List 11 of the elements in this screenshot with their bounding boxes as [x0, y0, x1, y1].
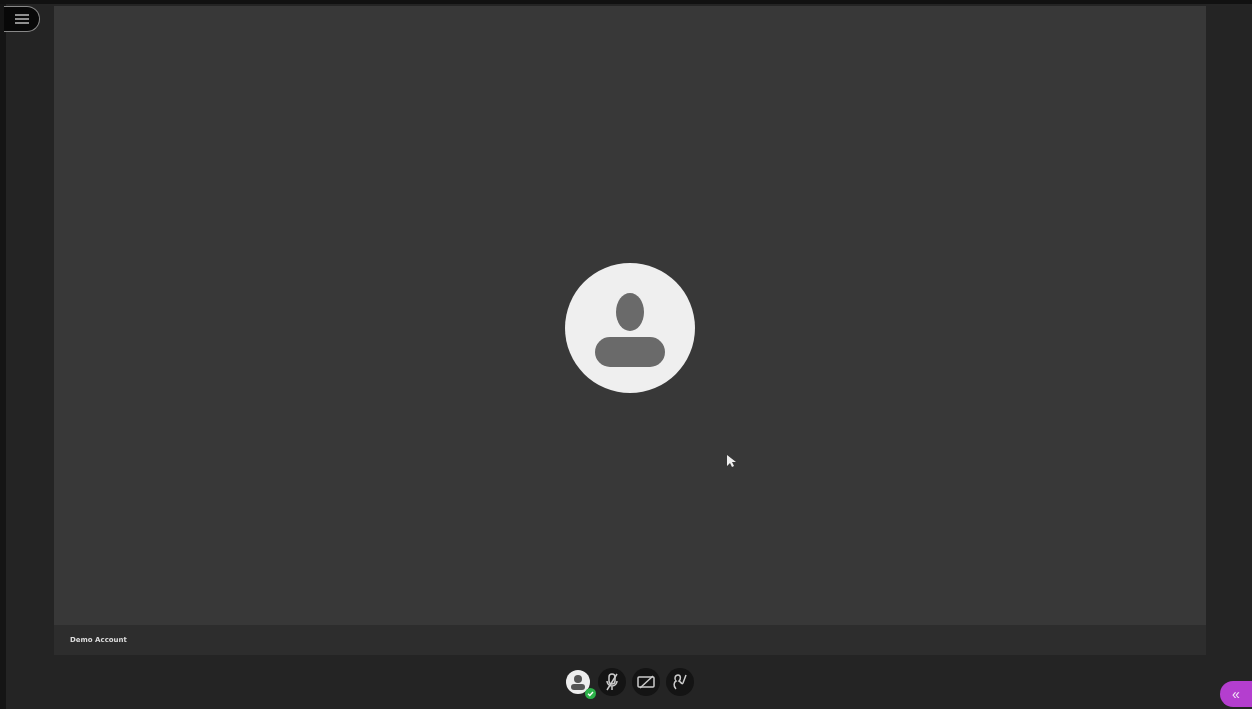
- user-icon: [566, 670, 590, 694]
- menu-button[interactable]: [4, 6, 40, 32]
- side-panel-toggle[interactable]: «: [1220, 681, 1252, 707]
- cursor-icon: [726, 454, 736, 468]
- hand-icon: [672, 673, 688, 691]
- check-badge-icon: [585, 688, 596, 699]
- raise-hand-button[interactable]: [666, 668, 694, 696]
- camera-button[interactable]: [632, 668, 660, 696]
- avatar-icon: [565, 262, 695, 393]
- microphone-button[interactable]: [598, 668, 626, 696]
- menu-icon: [13, 13, 30, 25]
